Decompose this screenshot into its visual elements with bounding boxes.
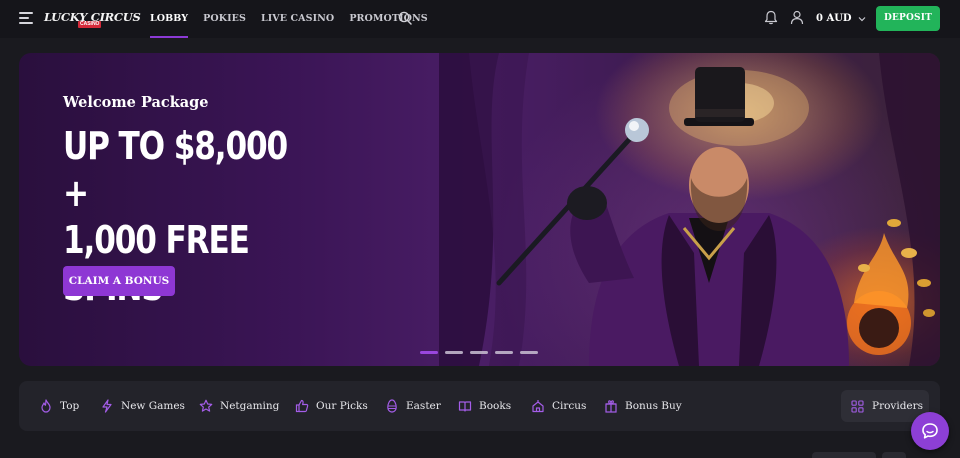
live-chat-button[interactable] <box>911 412 949 450</box>
egg-icon <box>387 399 397 413</box>
category-label: Bonus Buy <box>625 400 682 412</box>
magician-illustration <box>439 53 940 366</box>
nav-lobby[interactable]: LOBBY <box>150 0 189 38</box>
user-icon[interactable] <box>790 10 804 25</box>
carousel-dot[interactable] <box>420 351 438 354</box>
star-icon <box>199 399 213 412</box>
hero-banner[interactable]: Welcome Package UP TO $8,000 + 1,000 FRE… <box>19 53 940 366</box>
chat-bubble-icon <box>922 423 938 439</box>
logo[interactable]: LUCKY CIRCUS CASINO <box>44 6 141 30</box>
providers-label: Providers <box>872 400 924 412</box>
nav-pokies[interactable]: POKIES <box>203 0 246 38</box>
category-circus[interactable]: Circus <box>531 381 586 431</box>
category-label: Circus <box>552 400 587 412</box>
thumbs-up-icon <box>295 399 309 413</box>
claim-bonus-button[interactable]: CLAIM A BONUS <box>63 266 175 296</box>
category-label: Netgaming <box>220 400 280 412</box>
category-label: Easter <box>406 400 441 412</box>
circus-tent-icon <box>532 400 544 413</box>
book-icon <box>458 401 472 412</box>
category-label: New Games <box>121 400 185 412</box>
category-easter[interactable]: Easter <box>385 381 441 431</box>
headline-line-1: UP TO $8,000 + <box>63 124 288 215</box>
logo-tag: CASINO <box>78 21 102 28</box>
search-icon[interactable] <box>398 11 412 25</box>
category-label: Our Picks <box>316 400 368 412</box>
carousel-dots <box>420 351 545 354</box>
partial-control <box>812 452 876 458</box>
category-bar: Top New Games Netgaming Our Picks Easter… <box>19 381 940 431</box>
nav-live-casino[interactable]: LIVE CASINO <box>261 0 334 38</box>
chevron-down-icon <box>858 16 866 21</box>
nav-promotions[interactable]: PROMOTIONS <box>349 0 427 38</box>
category-our-picks[interactable]: Our Picks <box>295 381 368 431</box>
flame-icon <box>41 399 51 413</box>
partial-control <box>882 452 906 458</box>
lightning-icon <box>102 399 112 413</box>
top-header: LUCKY CIRCUS CASINO LOBBY POKIES LIVE CA… <box>0 0 960 38</box>
hamburger-icon[interactable] <box>19 12 33 24</box>
balance-dropdown[interactable]: 0 AUD <box>816 0 866 38</box>
balance-value: 0 AUD <box>816 13 852 24</box>
category-netgaming[interactable]: Netgaming <box>199 381 279 431</box>
carousel-dot[interactable] <box>445 351 463 354</box>
category-label: Top <box>60 400 80 412</box>
category-top[interactable]: Top <box>39 381 79 431</box>
hero-subtitle: Welcome Package <box>63 94 209 111</box>
carousel-dot[interactable] <box>495 351 513 354</box>
carousel-dot[interactable] <box>470 351 488 354</box>
category-books[interactable]: Books <box>458 381 511 431</box>
grid-icon <box>851 399 864 413</box>
category-bonus-buy[interactable]: Bonus Buy <box>604 381 682 431</box>
bell-icon[interactable] <box>764 10 778 25</box>
headline-line-2: 1,000 FREE <box>63 218 250 262</box>
gift-icon <box>605 400 617 413</box>
carousel-dot[interactable] <box>520 351 538 354</box>
category-label: Books <box>479 400 512 412</box>
category-new-games[interactable]: New Games <box>100 381 185 431</box>
deposit-button[interactable]: DEPOSIT <box>876 6 940 31</box>
